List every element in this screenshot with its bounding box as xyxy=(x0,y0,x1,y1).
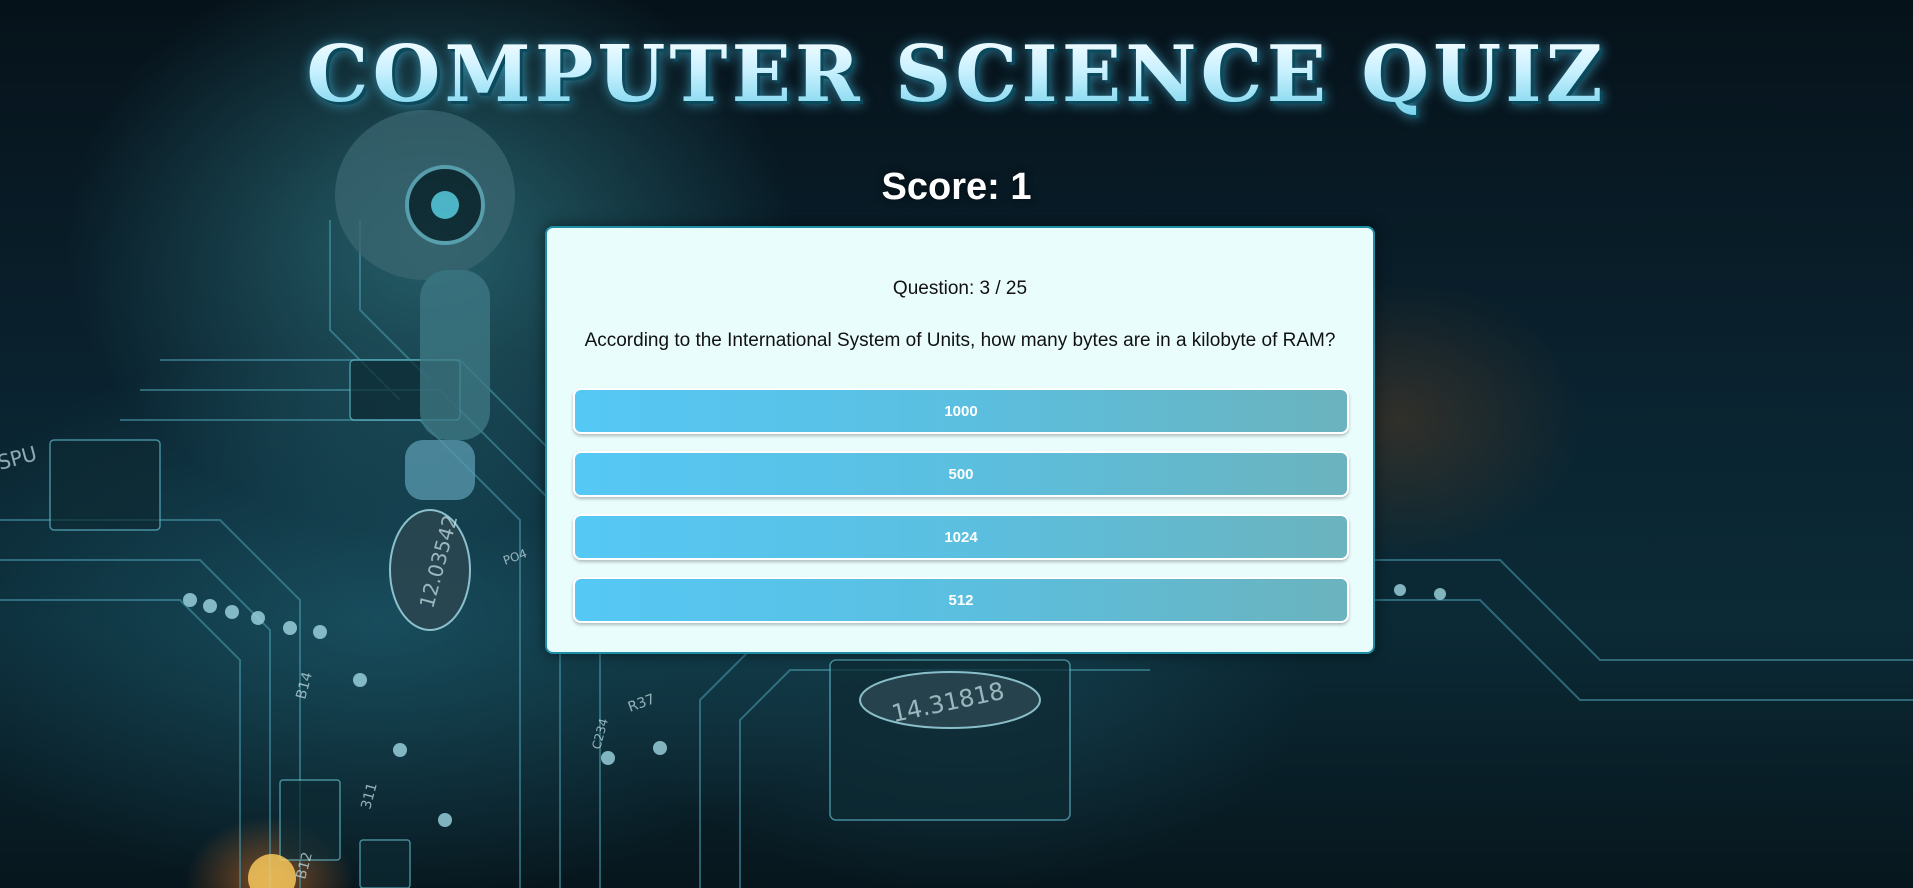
question-text: According to the International System of… xyxy=(584,330,1336,351)
answer-list: 1000 500 1024 512 xyxy=(573,388,1349,640)
quiz-card: Question: 3 / 25 According to the Intern… xyxy=(545,226,1375,654)
chip-label: PO4 xyxy=(501,546,529,567)
answer-button-512[interactable]: 512 xyxy=(573,577,1349,623)
chip-label: 311 xyxy=(358,781,380,811)
chip-label: SPU xyxy=(0,441,39,474)
chip-label: C234 xyxy=(589,717,611,751)
quiz-title: COMPUTER SCIENCE QUIZ xyxy=(0,30,1913,120)
answer-button-500[interactable]: 500 xyxy=(573,451,1349,497)
chip-label: R37 xyxy=(626,691,657,715)
question-counter: Question: 3 / 25 xyxy=(892,278,1028,299)
chip-label: B14 xyxy=(293,670,316,701)
answer-button-1000[interactable]: 1000 xyxy=(573,388,1349,434)
score-display: Score: 1 xyxy=(881,166,1032,208)
answer-button-1024[interactable]: 1024 xyxy=(573,514,1349,560)
